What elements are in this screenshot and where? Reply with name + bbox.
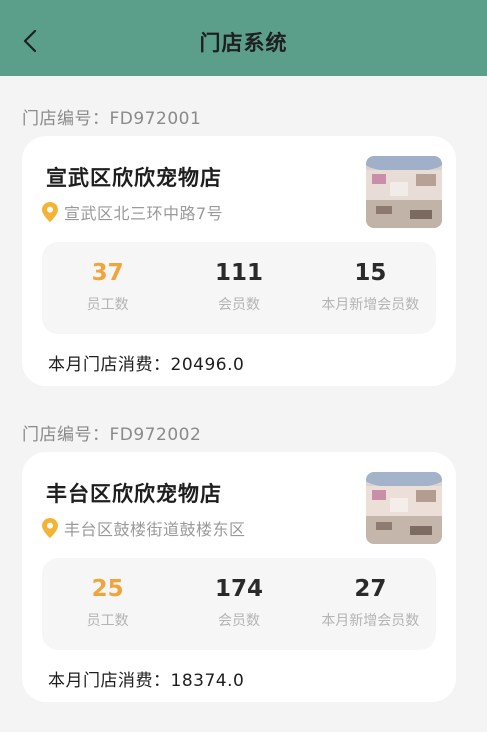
stat-new-members: 15 本月新增会员数 [305, 242, 436, 334]
stat-label: 员工数 [86, 297, 129, 313]
back-button[interactable] [16, 26, 46, 56]
stat-value: 25 [91, 576, 124, 602]
status-bar [0, 0, 487, 8]
store-address: 宣武区北三环中路7号 [64, 204, 224, 223]
stat-label: 会员数 [217, 613, 260, 629]
store-image [366, 156, 442, 228]
store-card[interactable]: 宣武区欣欣宠物店 宣武区北三环中路7号 37 员工数 111 会员数 15 本月… [22, 136, 456, 386]
store-code: 门店编号：FD972002 [22, 425, 202, 445]
store-card[interactable]: 丰台区欣欣宠物店 丰台区鼓楼街道鼓楼东区 25 员工数 174 会员数 27 本… [22, 452, 456, 702]
stats-panel: 37 员工数 111 会员数 15 本月新增会员数 [42, 242, 436, 334]
stat-members: 174 会员数 [173, 558, 304, 650]
stat-employees: 37 员工数 [42, 242, 173, 334]
store-name: 丰台区欣欣宠物店 [46, 482, 222, 506]
stat-label: 本月新增会员数 [321, 297, 420, 313]
stat-label: 员工数 [86, 613, 129, 629]
chevron-left-icon [23, 29, 37, 53]
address-row: 丰台区鼓楼街道鼓楼东区 [42, 516, 246, 540]
store-code: 门店编号：FD972001 [22, 109, 202, 129]
monthly-consumption: 本月门店消费：20496.0 [48, 355, 245, 375]
monthly-consumption: 本月门店消费：18374.0 [48, 671, 245, 691]
store-name: 宣武区欣欣宠物店 [46, 166, 222, 190]
nav-bar: 门店系统 [0, 8, 487, 76]
stat-value: 37 [91, 260, 124, 286]
stat-value: 111 [214, 260, 263, 286]
stat-value: 15 [354, 260, 387, 286]
stat-label: 本月新增会员数 [321, 613, 420, 629]
store-image [366, 472, 442, 544]
stat-label: 会员数 [217, 297, 260, 313]
stat-value: 174 [214, 576, 263, 602]
store-address: 丰台区鼓楼街道鼓楼东区 [64, 520, 246, 539]
page-title: 门店系统 [199, 31, 288, 55]
stat-new-members: 27 本月新增会员数 [305, 558, 436, 650]
address-row: 宣武区北三环中路7号 [42, 200, 223, 224]
stat-employees: 25 员工数 [42, 558, 173, 650]
location-pin-icon [42, 518, 58, 538]
stats-panel: 25 员工数 174 会员数 27 本月新增会员数 [42, 558, 436, 650]
stat-members: 111 会员数 [173, 242, 304, 334]
stat-value: 27 [354, 576, 387, 602]
location-pin-icon [42, 202, 58, 222]
